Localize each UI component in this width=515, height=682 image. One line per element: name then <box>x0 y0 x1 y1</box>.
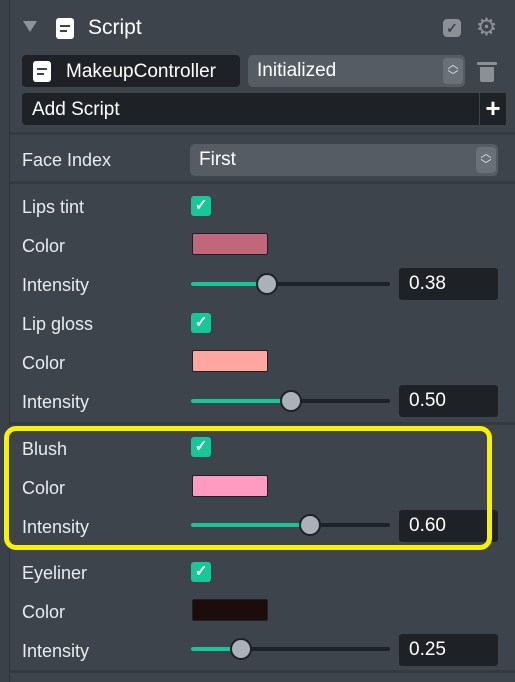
section-divider <box>10 181 515 184</box>
lip-gloss-intensity-slider[interactable] <box>191 389 390 413</box>
lips-tint-checkbox[interactable]: ✓ <box>191 196 211 216</box>
script-icon <box>56 18 74 39</box>
lip-gloss-color-swatch[interactable] <box>192 350 268 372</box>
eyeliner-label: Eyeliner <box>22 563 88 583</box>
lip-gloss-intensity-label: Intensity <box>22 392 90 412</box>
lips-tint-color-label: Color <box>22 236 66 256</box>
add-script-field[interactable]: Add Script + <box>22 93 506 125</box>
script-file-icon <box>33 61 51 82</box>
slider-knob[interactable] <box>256 273 278 295</box>
eyeliner-intensity-label: Intensity <box>22 641 90 661</box>
updown-chevron-icon: ︿ ﹀ <box>443 58 463 84</box>
component-header[interactable]: Script ✓ ⚙ <box>10 0 515 58</box>
face-index-dropdown[interactable]: First ︿ ﹀ <box>190 144 498 176</box>
face-index-label: Face Index <box>22 150 112 170</box>
section-divider <box>10 132 515 135</box>
lips-tint-label: Lips tint <box>22 197 85 217</box>
eyeliner-intensity-input[interactable]: 0.25 <box>399 634 498 666</box>
script-asset-name: MakeupController <box>66 61 216 82</box>
gear-icon[interactable]: ⚙ <box>475 16 498 40</box>
add-script-label: Add Script <box>32 99 120 120</box>
lips-tint-intensity-label: Intensity <box>22 275 90 295</box>
section-divider <box>10 422 515 425</box>
eyeliner-intensity-value: 0.25 <box>409 639 446 660</box>
eyeliner-color-label: Color <box>22 602 66 622</box>
slider-knob[interactable] <box>280 390 302 412</box>
lip-gloss-color-label: Color <box>22 353 66 373</box>
updown-chevron-icon: ︿ ﹀ <box>476 147 496 173</box>
lips-tint-intensity-slider[interactable] <box>191 272 390 296</box>
blush-highlight-box <box>4 426 492 550</box>
enable-component-check-icon[interactable]: ✓ <box>443 19 461 37</box>
lips-tint-color-swatch[interactable] <box>192 233 268 255</box>
script-state-dropdown[interactable]: Initialized ︿ ﹀ <box>248 55 465 87</box>
script-state-value: Initialized <box>257 60 337 81</box>
lip-gloss-intensity-input[interactable]: 0.50 <box>399 385 498 417</box>
trash-icon[interactable] <box>477 60 497 82</box>
eyeliner-intensity-slider[interactable] <box>191 637 390 661</box>
lips-tint-intensity-input[interactable]: 0.38 <box>399 268 498 300</box>
slider-fill <box>191 399 291 403</box>
collapse-caret-icon[interactable] <box>23 21 37 32</box>
eyeliner-checkbox[interactable]: ✓ <box>191 562 211 582</box>
eyeliner-color-swatch[interactable] <box>192 599 268 621</box>
slider-knob[interactable] <box>230 638 252 660</box>
lip-gloss-checkbox[interactable]: ✓ <box>191 313 211 333</box>
script-inspector-panel: Script ✓ ⚙ MakeupController Initialized … <box>9 0 515 682</box>
face-index-value: First <box>199 149 236 170</box>
lip-gloss-intensity-value: 0.50 <box>409 390 446 411</box>
component-title: Script <box>88 16 142 39</box>
lips-tint-intensity-value: 0.38 <box>409 273 446 294</box>
add-script-plus-icon[interactable]: + <box>479 93 506 125</box>
section-divider <box>10 670 515 673</box>
script-asset-field[interactable]: MakeupController <box>22 55 240 87</box>
lip-gloss-label: Lip gloss <box>22 314 94 334</box>
